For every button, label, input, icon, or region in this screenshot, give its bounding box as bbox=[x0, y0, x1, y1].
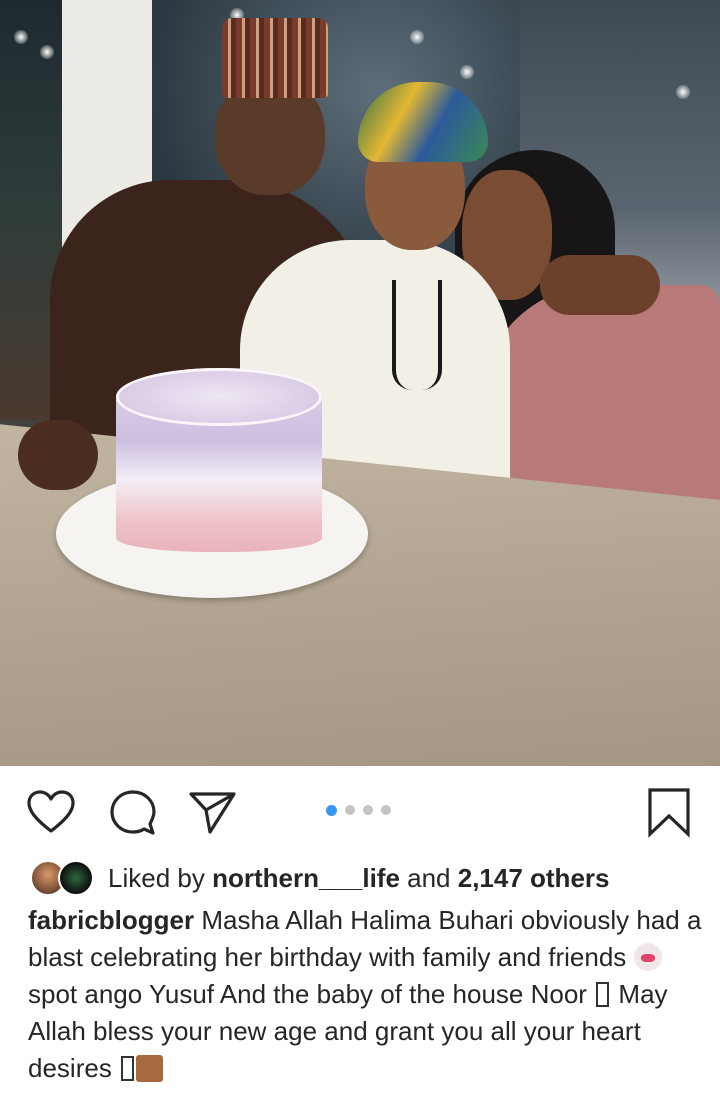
photo-light bbox=[410, 30, 424, 44]
post-photo[interactable] bbox=[0, 0, 720, 766]
photo-light bbox=[676, 85, 690, 99]
person-right-arm bbox=[540, 255, 660, 315]
photo-light bbox=[14, 30, 28, 44]
likes-prefix: Liked by bbox=[108, 862, 213, 893]
cake-top bbox=[116, 368, 322, 426]
missing-emoji-icon bbox=[121, 1056, 135, 1081]
carousel-dot bbox=[381, 805, 391, 815]
likes-username[interactable]: northern___life bbox=[212, 863, 400, 893]
post-caption: fabricblogger Masha Allah Halima Buhari … bbox=[28, 902, 708, 1087]
caption-username[interactable]: fabricblogger bbox=[28, 905, 194, 935]
carousel-indicator bbox=[326, 805, 391, 816]
person-left-hand bbox=[18, 420, 98, 490]
brown-square-emoji-icon bbox=[136, 1055, 164, 1082]
paper-plane-icon[interactable] bbox=[188, 788, 238, 838]
carousel-dot bbox=[363, 805, 373, 815]
photo-light bbox=[460, 65, 474, 79]
comment-bubble-icon[interactable] bbox=[108, 788, 158, 838]
bookmark-outline-icon[interactable] bbox=[644, 788, 694, 838]
carousel-dot-active bbox=[326, 805, 337, 816]
likes-row[interactable]: Liked by northern___life and 2,147 other… bbox=[30, 858, 609, 898]
carousel-dot bbox=[345, 805, 355, 815]
photo-light bbox=[40, 45, 54, 59]
caption-text: spot ango Yusuf And the baby of the hous… bbox=[28, 979, 595, 1009]
person-left-cap bbox=[222, 18, 328, 98]
likes-text: Liked by northern___life and 2,147 other… bbox=[108, 863, 609, 894]
likes-count[interactable]: 2,147 others bbox=[458, 863, 610, 893]
heart-outline-icon[interactable] bbox=[26, 788, 76, 838]
missing-emoji-icon bbox=[596, 982, 610, 1007]
person-center-tie bbox=[392, 280, 442, 390]
likes-middle: and bbox=[399, 862, 458, 893]
heart-eyes-cat-emoji-icon bbox=[633, 943, 662, 971]
liker-avatar[interactable] bbox=[58, 860, 94, 896]
